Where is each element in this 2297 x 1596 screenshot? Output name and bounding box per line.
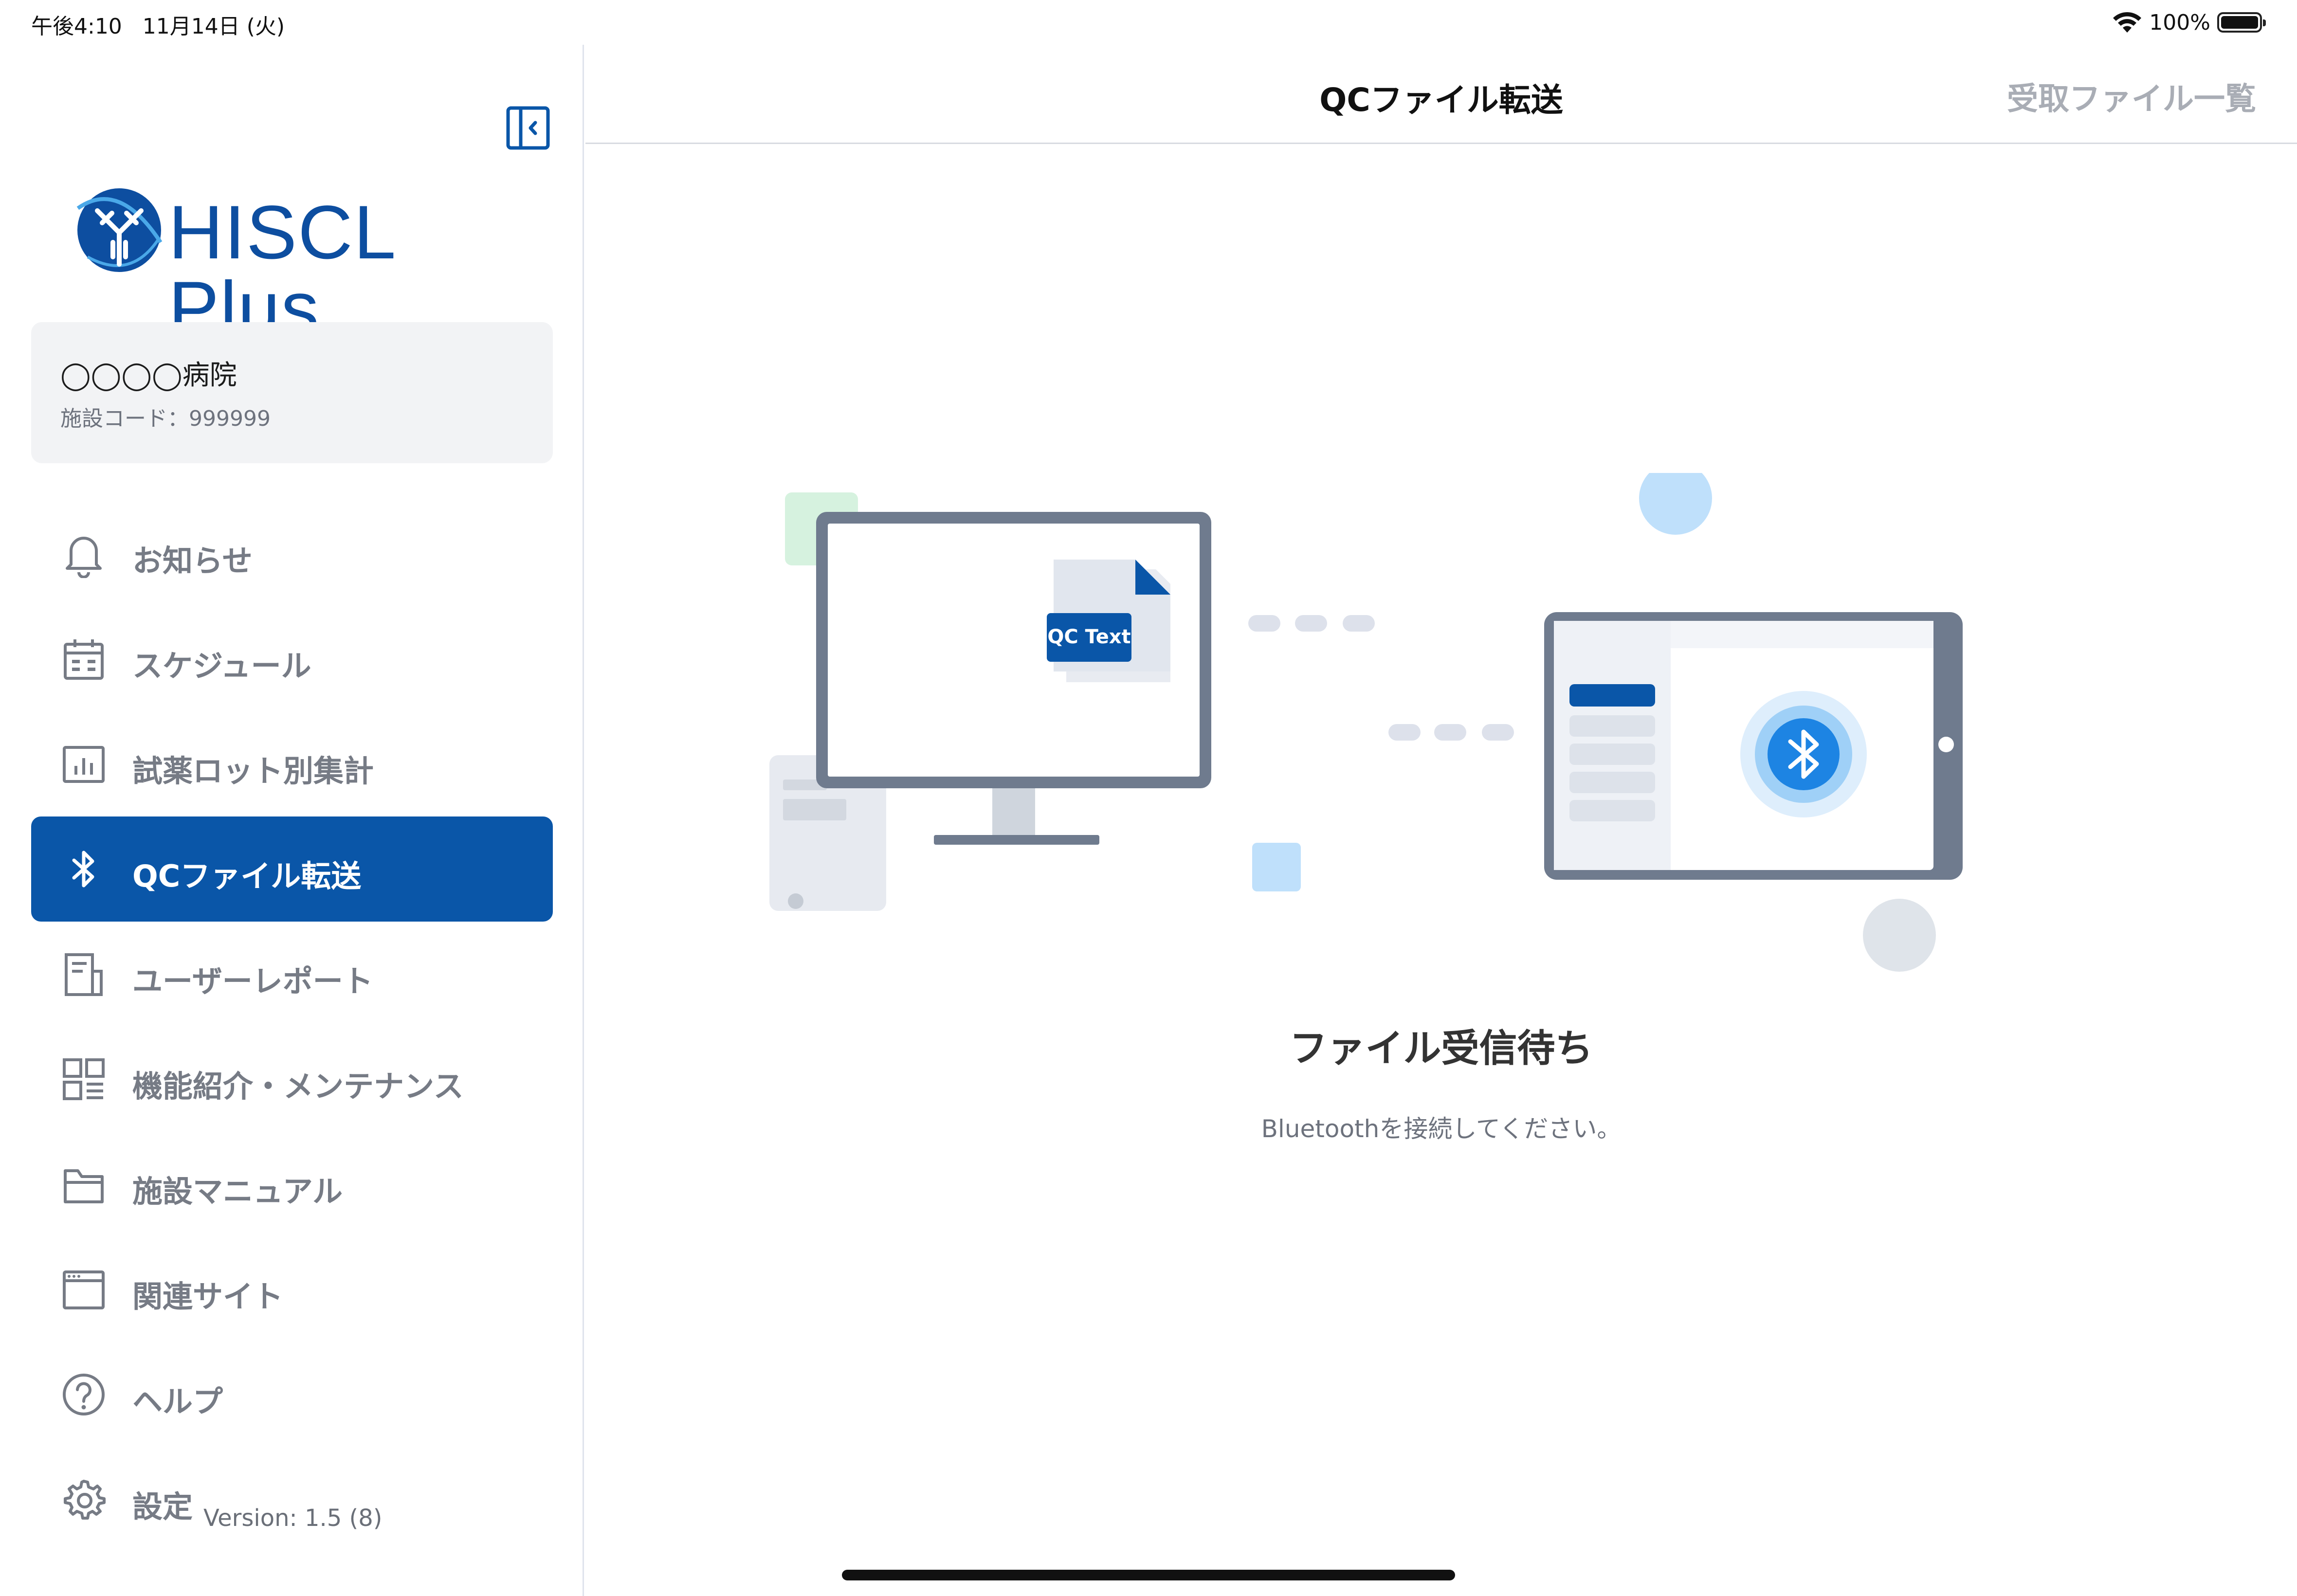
sidebar-item-qc-transfer[interactable]: QCファイル転送 <box>31 816 553 922</box>
status-title: ファイル受信待ち <box>1289 1027 1593 1070</box>
calendar-icon <box>64 639 104 680</box>
sidebar-item-label: 機能紹介・メンテナンス <box>132 1069 464 1104</box>
sidebar-item-label: ヘルプ <box>132 1384 223 1419</box>
sidebar-item-label: ユーザーレポート <box>132 963 373 999</box>
decor-square-blue <box>1252 843 1301 891</box>
facility-name: ◯◯◯◯病院 <box>60 360 237 391</box>
transfer-illustration: QC Text <box>769 473 1963 972</box>
sidebar-item-manual[interactable]: 施設マニュアル <box>31 1132 553 1237</box>
tablet-icon <box>1544 612 1963 880</box>
grid-icon <box>63 1058 105 1100</box>
sidebar-item-label: 試薬ロット別集計 <box>132 753 374 789</box>
sidebar: HISCL Plus ◯◯◯◯病院 施設コード：999999 お知らせ スケジュ… <box>0 45 584 1596</box>
sidebar-item-user-report[interactable]: ユーザーレポート <box>31 922 553 1027</box>
decor-circle-blue <box>1639 473 1712 535</box>
battery-icon <box>2217 12 2266 33</box>
sidebar-item-label: スケジュール <box>132 648 311 684</box>
app-logo: HISCL Plus <box>73 184 501 346</box>
bell-icon <box>66 537 102 578</box>
qc-file-icon: QC Text <box>1047 560 1170 682</box>
sidebar-item-schedule[interactable]: スケジュール <box>31 606 553 711</box>
folder-icon <box>64 1169 104 1203</box>
bar-chart-icon <box>63 746 105 783</box>
home-indicator[interactable] <box>842 1570 1455 1580</box>
qc-file-label: QC Text <box>1047 626 1130 648</box>
wifi-icon <box>2113 12 2142 33</box>
bluetooth-icon <box>72 851 94 888</box>
sidebar-item-related-sites[interactable]: 関連サイト <box>31 1237 553 1342</box>
status-bar: 午後4:10 11月14日 (火) 100% <box>0 0 2297 45</box>
sidebar-item-label: 施設マニュアル <box>132 1174 343 1209</box>
decor-circle-gray <box>1863 899 1936 972</box>
status-right: 100% <box>2112 8 2266 37</box>
sidebar-item-label: 設定 <box>132 1489 193 1524</box>
report-icon <box>65 953 103 996</box>
logo-mark-icon <box>76 188 163 272</box>
sidebar-item-notifications[interactable]: お知らせ <box>31 501 553 606</box>
sidebar-item-help[interactable]: ヘルプ <box>31 1342 553 1447</box>
sidebar-item-settings[interactable]: 設定 <box>31 1447 553 1552</box>
facility-code: 施設コード：999999 <box>60 406 271 431</box>
sidebar-collapse-icon[interactable] <box>506 106 550 150</box>
app-version: Version: 1.5 (8) <box>203 1505 383 1532</box>
facility-card: ◯◯◯◯病院 施設コード：999999 <box>31 322 553 463</box>
sidebar-item-label: お知らせ <box>132 543 253 579</box>
sidebar-item-label: QCファイル転送 <box>132 858 362 894</box>
connection-dots <box>1248 615 1514 741</box>
sidebar-item-lot-summary[interactable]: 試薬ロット別集計 <box>31 711 553 816</box>
sidebar-item-features[interactable]: 機能紹介・メンテナンス <box>31 1027 553 1132</box>
app-screen: 午後4:10 11月14日 (火) 100% HISCL Plus ◯◯◯◯病院… <box>0 0 2297 1596</box>
status-message: Bluetoothを接続してください。 <box>1261 1115 1622 1143</box>
navigation-bar: QCファイル転送 受取ファイル一覧 <box>585 45 2297 144</box>
received-files-button[interactable]: 受取ファイル一覧 <box>2007 74 2256 119</box>
help-icon <box>63 1374 105 1415</box>
browser-icon <box>63 1270 105 1309</box>
status-time-date: 午後4:10 11月14日 (火) <box>31 14 285 39</box>
sidebar-item-label: 関連サイト <box>132 1279 284 1314</box>
gear-icon <box>64 1480 106 1520</box>
battery-percent: 100% <box>2149 10 2210 35</box>
main-content: QCファイル転送 受取ファイル一覧 QC Text ファイル受信待ち Bluet… <box>585 45 2297 1596</box>
